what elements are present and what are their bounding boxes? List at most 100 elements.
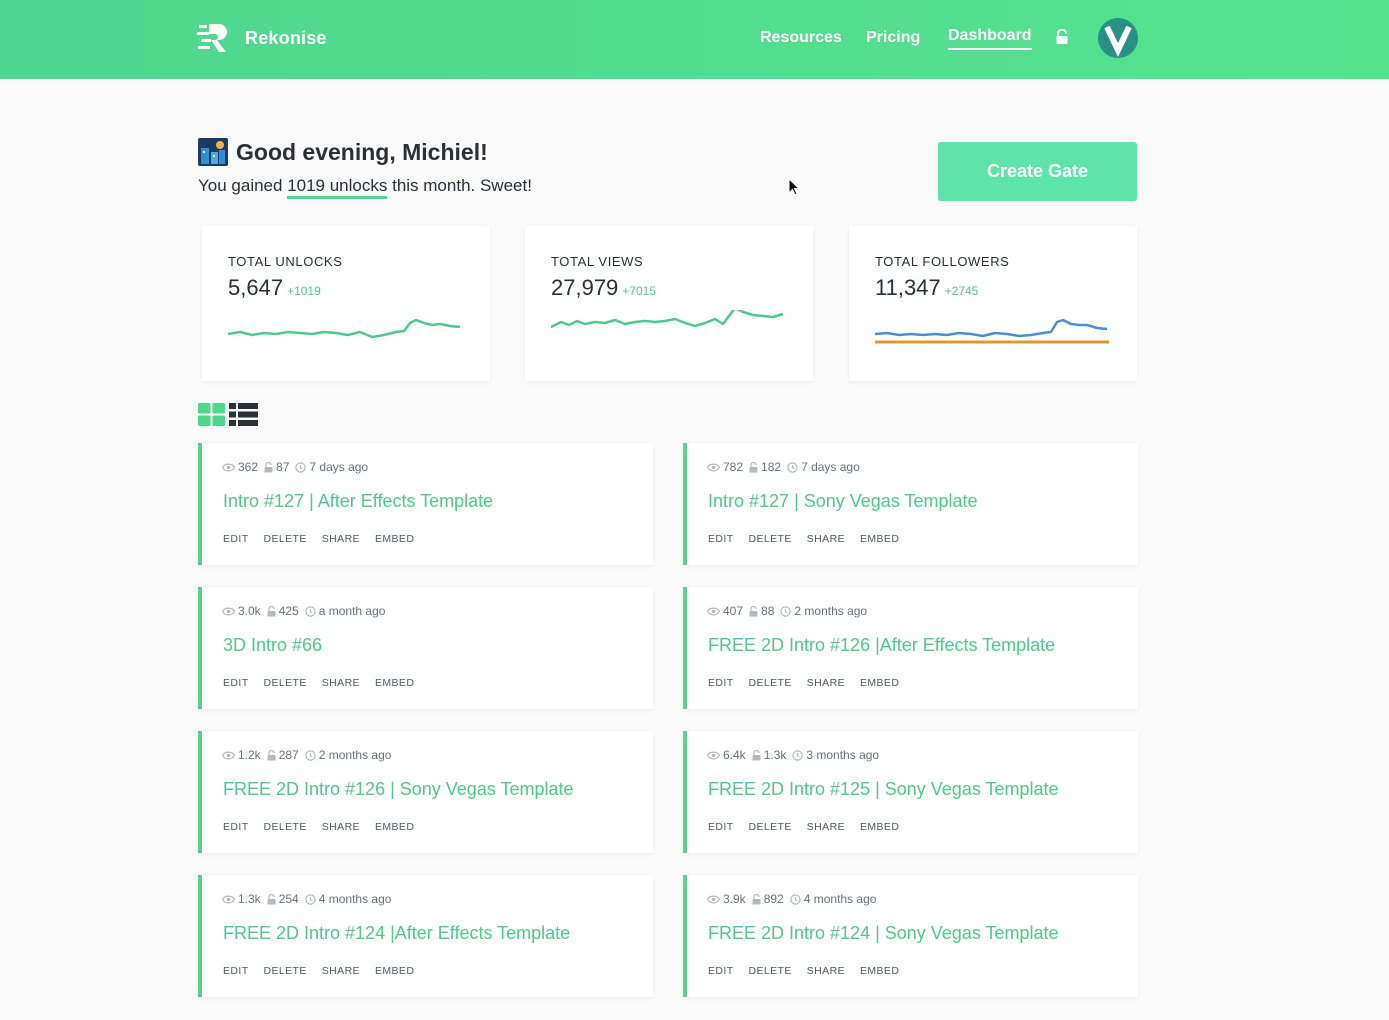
edit-button[interactable]: EDIT bbox=[223, 533, 249, 545]
embed-button[interactable]: EMBED bbox=[860, 821, 899, 833]
gate-time: 4 months ago bbox=[318, 892, 392, 906]
clock-icon bbox=[305, 605, 316, 617]
lock-icon[interactable] bbox=[1055, 29, 1069, 45]
user-avatar[interactable] bbox=[1098, 18, 1138, 58]
embed-button[interactable]: EMBED bbox=[375, 533, 414, 545]
gate-title[interactable]: FREE 2D Intro #124 | Sony Vegas Template bbox=[708, 923, 1059, 944]
gate-card[interactable]: 362 87 7 days ago Intro #127 | After Eff… bbox=[198, 443, 653, 565]
clock-icon bbox=[305, 749, 316, 761]
gate-title[interactable]: FREE 2D Intro #124 |After Effects Templa… bbox=[223, 923, 570, 944]
embed-button[interactable]: EMBED bbox=[375, 821, 414, 833]
gate-title[interactable]: FREE 2D Intro #126 |After Effects Templa… bbox=[708, 635, 1055, 656]
gate-card[interactable]: 782 182 7 days ago Intro #127 | Sony Veg… bbox=[683, 443, 1138, 565]
delete-button[interactable]: DELETE bbox=[264, 821, 307, 833]
share-button[interactable]: SHARE bbox=[322, 533, 360, 545]
unlocks-count: 425 bbox=[278, 604, 299, 618]
unlocks-sparkline bbox=[228, 318, 461, 339]
delete-button[interactable]: DELETE bbox=[749, 677, 792, 689]
gate-actions: EDIT DELETE SHARE EMBED bbox=[708, 677, 914, 689]
eye-icon bbox=[222, 751, 235, 759]
delete-button[interactable]: DELETE bbox=[749, 821, 792, 833]
gate-time: 3 months ago bbox=[806, 748, 880, 762]
embed-button[interactable]: EMBED bbox=[860, 965, 899, 977]
top-navigation-bar: Rekonise Resources Pricing Dashboard bbox=[0, 0, 1389, 79]
gate-card[interactable]: 3.0k 425 a month ago 3D Intro #66 EDIT D… bbox=[198, 587, 653, 709]
edit-button[interactable]: EDIT bbox=[708, 965, 734, 977]
create-gate-button[interactable]: Create Gate bbox=[938, 142, 1137, 201]
nav-resources[interactable]: Resources bbox=[760, 26, 842, 50]
unlocks-count: 87 bbox=[276, 460, 290, 474]
mouse-cursor-icon bbox=[788, 178, 800, 196]
gate-card[interactable]: 3.9k 892 4 months ago FREE 2D Intro #124… bbox=[683, 875, 1138, 997]
clock-icon bbox=[295, 461, 307, 473]
views-count: 1.2k bbox=[238, 748, 261, 762]
stat-label: TOTAL UNLOCKS bbox=[228, 254, 343, 269]
unlock-icon bbox=[267, 893, 276, 904]
nav-pricing[interactable]: Pricing bbox=[866, 26, 920, 50]
grid-view-icon[interactable] bbox=[198, 403, 225, 426]
eye-icon bbox=[222, 463, 235, 471]
unlocks-count: 287 bbox=[278, 748, 299, 762]
gate-card[interactable]: 1.3k 254 4 months ago FREE 2D Intro #124… bbox=[198, 875, 653, 997]
eye-icon bbox=[222, 607, 235, 615]
greeting-subtitle: You gained 1019 unlocks this month. Swee… bbox=[198, 176, 532, 199]
delete-button[interactable]: DELETE bbox=[264, 533, 307, 545]
unlocks-count: 88 bbox=[761, 604, 775, 618]
share-button[interactable]: SHARE bbox=[322, 677, 360, 689]
embed-button[interactable]: EMBED bbox=[375, 965, 414, 977]
share-button[interactable]: SHARE bbox=[807, 533, 845, 545]
gate-title[interactable]: FREE 2D Intro #126 | Sony Vegas Template bbox=[223, 779, 574, 800]
share-button[interactable]: SHARE bbox=[322, 821, 360, 833]
clock-icon bbox=[780, 605, 792, 617]
edit-button[interactable]: EDIT bbox=[708, 677, 734, 689]
gate-actions: EDIT DELETE SHARE EMBED bbox=[223, 677, 429, 689]
views-count: 3.0k bbox=[238, 604, 261, 618]
views-count: 407 bbox=[723, 604, 744, 618]
edit-button[interactable]: EDIT bbox=[223, 677, 249, 689]
stat-number: 27,979 bbox=[551, 275, 619, 300]
gate-title[interactable]: FREE 2D Intro #125 | Sony Vegas Template bbox=[708, 779, 1059, 800]
nav-dashboard[interactable]: Dashboard bbox=[948, 24, 1032, 50]
clock-icon bbox=[787, 461, 798, 473]
unlock-icon bbox=[264, 461, 273, 472]
embed-button[interactable]: EMBED bbox=[860, 533, 899, 545]
gate-actions: EDIT DELETE SHARE EMBED bbox=[708, 533, 914, 545]
stat-number: 5,647 bbox=[228, 275, 284, 300]
edit-button[interactable]: EDIT bbox=[223, 965, 249, 977]
share-button[interactable]: SHARE bbox=[322, 965, 360, 977]
followers-sparkline bbox=[875, 318, 1109, 344]
edit-button[interactable]: EDIT bbox=[708, 821, 734, 833]
gate-time: 7 days ago bbox=[801, 460, 860, 474]
delete-button[interactable]: DELETE bbox=[749, 533, 792, 545]
gate-title[interactable]: Intro #127 | Sony Vegas Template bbox=[708, 491, 978, 512]
unlocks-count: 892 bbox=[763, 892, 784, 906]
stat-card-views: TOTAL VIEWS 27,979 +7015 bbox=[525, 226, 813, 381]
gate-actions: EDIT DELETE SHARE EMBED bbox=[708, 821, 914, 833]
gate-actions: EDIT DELETE SHARE EMBED bbox=[223, 821, 429, 833]
share-button[interactable]: SHARE bbox=[807, 677, 845, 689]
unlock-icon bbox=[267, 605, 276, 616]
unlocks-highlight: 1019 unlocks bbox=[287, 176, 388, 199]
gate-title[interactable]: 3D Intro #66 bbox=[223, 635, 322, 656]
gate-meta: 6.4k 1.3k 3 months ago bbox=[707, 748, 879, 762]
gate-card[interactable]: 407 88 2 months ago FREE 2D Intro #126 |… bbox=[683, 587, 1138, 709]
edit-button[interactable]: EDIT bbox=[708, 533, 734, 545]
delete-button[interactable]: DELETE bbox=[749, 965, 792, 977]
list-view-icon[interactable] bbox=[229, 403, 258, 426]
delete-button[interactable]: DELETE bbox=[264, 965, 307, 977]
gate-time: a month ago bbox=[318, 604, 386, 618]
embed-button[interactable]: EMBED bbox=[375, 677, 414, 689]
edit-button[interactable]: EDIT bbox=[223, 821, 249, 833]
gate-card[interactable]: 6.4k 1.3k 3 months ago FREE 2D Intro #12… bbox=[683, 731, 1138, 853]
gate-card[interactable]: 1.2k 287 2 months ago FREE 2D Intro #126… bbox=[198, 731, 653, 853]
gate-meta: 782 182 7 days ago bbox=[707, 460, 860, 474]
stat-card-unlocks: TOTAL UNLOCKS 5,647 +1019 bbox=[202, 226, 490, 381]
embed-button[interactable]: EMBED bbox=[860, 677, 899, 689]
delete-button[interactable]: DELETE bbox=[264, 677, 307, 689]
unlocks-count: 1.3k bbox=[763, 748, 787, 762]
gate-time: 7 days ago bbox=[309, 460, 369, 474]
share-button[interactable]: SHARE bbox=[807, 821, 845, 833]
share-button[interactable]: SHARE bbox=[807, 965, 845, 977]
stat-number: 11,347 bbox=[875, 275, 941, 300]
gate-title[interactable]: Intro #127 | After Effects Template bbox=[223, 491, 493, 512]
